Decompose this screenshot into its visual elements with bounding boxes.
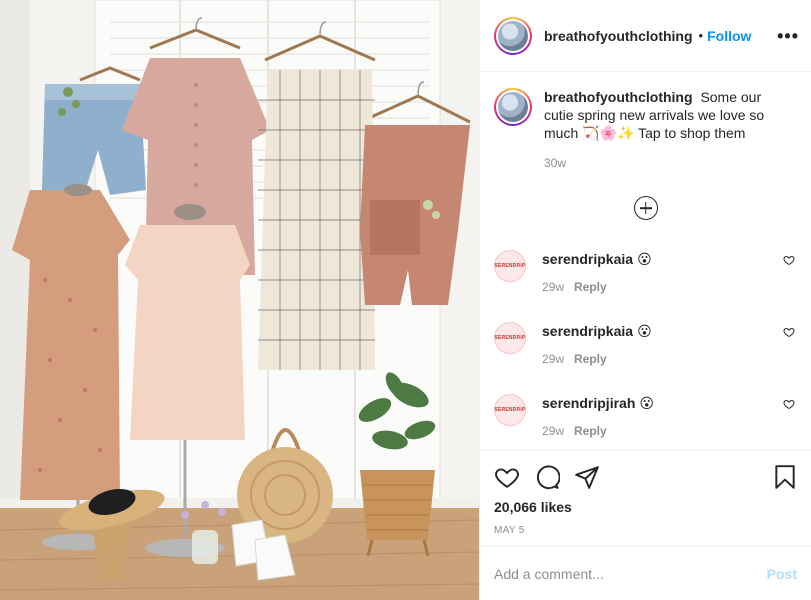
comment-avatar[interactable]: SERENDRIP [494,394,526,426]
comment-avatar[interactable]: SERENDRIP [494,250,526,282]
caption-timestamp[interactable]: 30w [544,156,784,170]
comment-username[interactable]: serendripkaia [542,251,633,267]
comment-item: SERENDRIP serendripkaia 😮 29w Reply [494,322,797,366]
caption-avatar[interactable] [494,88,532,126]
heart-icon[interactable] [783,254,795,269]
author-avatar-image [498,20,528,51]
share-icon[interactable] [574,464,600,490]
reply-button[interactable]: Reply [574,352,607,366]
post-date[interactable]: MAY 5 [494,525,797,536]
more-icon[interactable]: ••• [777,27,799,45]
comment-item: SERENDRIP serendripjirah 😮 29w Reply [494,394,797,438]
plus-circle-icon[interactable] [633,196,658,220]
caption-text: breathofyouthclothing Some our cutie spr… [544,88,784,142]
comment-username[interactable]: serendripkaia [542,323,633,339]
post-details-panel: breathofyouthclothing • Follow ••• breat… [479,0,811,600]
caption-text-2: Tap to shop them [638,125,746,141]
comment-input[interactable] [494,565,767,582]
caption-username[interactable]: breathofyouthclothing [544,89,693,105]
comment-text: 😮 [637,323,652,339]
follow-button[interactable]: Follow [707,28,751,44]
comment-timestamp[interactable]: 29w [542,280,564,294]
heart-icon[interactable] [494,464,520,490]
comment-avatar[interactable]: SERENDRIP [494,322,526,354]
comment-timestamp[interactable]: 29w [542,352,564,366]
post-header: breathofyouthclothing • Follow ••• [480,0,811,72]
bookmark-icon[interactable] [773,464,797,490]
separator-dot: • [698,28,704,43]
comment-icon[interactable] [534,464,560,490]
comment-username[interactable]: serendripjirah [542,395,635,411]
comment-text: 😮 [639,395,654,411]
author-avatar[interactable] [494,16,532,55]
likes-count[interactable]: 20,066 likes [494,499,797,515]
reply-button[interactable]: Reply [574,424,607,438]
post-photo[interactable] [0,0,479,600]
comments-section: breathofyouthclothing Some our cutie spr… [480,72,811,450]
heart-icon[interactable] [783,326,795,341]
comment-item: SERENDRIP serendripkaia 😮 29w Reply [494,250,797,294]
comment-text: 😮 [637,251,652,267]
post-actions: 20,066 likes MAY 5 [480,450,811,546]
heart-icon[interactable] [783,398,795,413]
post-caption: breathofyouthclothing Some our cutie spr… [494,88,797,170]
caption-avatar-image [498,92,528,122]
reply-button[interactable]: Reply [574,280,607,294]
author-username[interactable]: breathofyouthclothing [544,28,693,44]
comment-timestamp[interactable]: 29w [542,424,564,438]
add-comment-bar: Post [480,546,811,600]
instagram-post: breathofyouthclothing • Follow ••• breat… [0,0,811,600]
caption-emojis: 🏹🌸✨ [582,125,635,141]
post-comment-button[interactable]: Post [767,566,797,582]
post-image [0,0,479,600]
